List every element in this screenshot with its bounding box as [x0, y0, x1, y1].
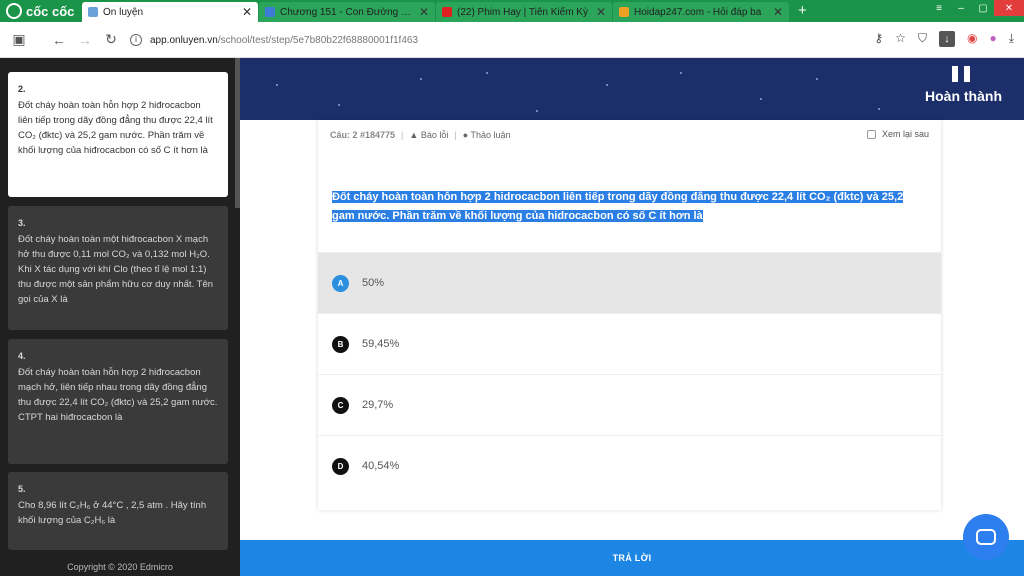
- browser-brand-label: cốc cốc: [26, 3, 75, 19]
- back-icon[interactable]: ←: [46, 32, 72, 48]
- url-path: /school/test/step/5e7b80b22f68880001f1f4…: [217, 34, 419, 46]
- option-text: 59,45%: [362, 338, 400, 350]
- question-item-number: 2.: [18, 84, 26, 94]
- browser-tab-bar: cốc cốc Ôn luyện ✕ Chương 151 - Con Đườn…: [0, 0, 1024, 22]
- option-text: 50%: [362, 277, 385, 289]
- download-icon[interactable]: ⤓: [1009, 31, 1014, 47]
- browser-tab-chuong[interactable]: Chương 151 - Con Đường Bá ✕: [259, 2, 435, 22]
- pause-icon[interactable]: [952, 66, 970, 82]
- discuss-link[interactable]: ● Thảo luận: [463, 130, 511, 140]
- option-letter-badge: D: [332, 457, 349, 475]
- question-item-text: Cho 8,96 lít C₂H₆ ở 44°C , 2,5 atm . Hãy…: [18, 500, 207, 526]
- url-host: app.onluyen.vn: [150, 34, 218, 46]
- option-b[interactable]: B 59,45%: [318, 313, 941, 374]
- browser-brand[interactable]: cốc cốc: [0, 0, 82, 22]
- test-header: Hoàn thành: [240, 58, 1024, 120]
- question-item-number: 3.: [18, 218, 26, 228]
- question-item-text: Đốt cháy hoàn toàn hỗn hợp 2 hiđrocacbon…: [18, 100, 213, 156]
- window-controls: ≡ – ▢ ✕: [928, 0, 1024, 16]
- answer-button[interactable]: TRẢ LỜI: [240, 540, 1024, 576]
- finish-button[interactable]: Hoàn thành: [925, 88, 1002, 104]
- shield-icon[interactable]: ⛉: [918, 31, 927, 47]
- option-letter-badge: B: [332, 335, 349, 353]
- answer-options: A 50% B 59,45% C 29,7% D 40,54%: [318, 252, 941, 496]
- maximize-icon[interactable]: ▢: [972, 0, 994, 16]
- browser-tab-onluyen[interactable]: Ôn luyện ✕: [82, 2, 258, 22]
- review-later-toggle[interactable]: Xem lại sau: [866, 129, 929, 139]
- option-c[interactable]: C 29,7%: [318, 374, 941, 435]
- chat-widget-button[interactable]: [963, 514, 1009, 560]
- question-number: Câu: 2 #184775: [330, 130, 396, 140]
- review-later-label: Xem lại sau: [881, 129, 929, 139]
- chat-bubble-icon: ●: [462, 130, 469, 140]
- minimize-icon[interactable]: –: [950, 0, 972, 16]
- review-later-checkbox[interactable]: [866, 129, 876, 139]
- tab-favicon-icon: [265, 7, 275, 17]
- copyright-text: Copyright © 2020 Edmicro: [67, 562, 173, 572]
- option-text: 40,54%: [362, 460, 400, 472]
- question-item-number: 5.: [18, 484, 26, 494]
- tab-favicon-icon: [88, 7, 98, 17]
- toolbar-icons: ⚷ ☆ ⛉ ↓ ◉ ● ⤓: [874, 31, 1014, 47]
- option-letter-badge: A: [332, 274, 349, 292]
- menu-icon[interactable]: ≡: [928, 0, 950, 16]
- tab-title: (22) Phim Hay | Tiên Kiếm Kỳ: [457, 6, 588, 18]
- warning-icon: ▲: [409, 130, 419, 140]
- reload-icon[interactable]: ↻: [98, 31, 124, 48]
- tab-close-icon[interactable]: ✕: [242, 5, 252, 19]
- question-item-5[interactable]: 5. Cho 8,96 lít C₂H₆ ở 44°C , 2,5 atm . …: [8, 472, 228, 550]
- option-letter-badge: C: [332, 396, 349, 414]
- option-d[interactable]: D 40,54%: [318, 435, 941, 496]
- save-icon[interactable]: ↓: [938, 31, 955, 47]
- tab-title: Ôn luyện: [103, 6, 144, 18]
- question-sidebar: 2. Đốt cháy hoàn toàn hỗn hợp 2 hiđrocac…: [0, 58, 240, 576]
- question-item-3[interactable]: 3. Đốt cháy hoàn toàn một hiđrocacbon X …: [8, 206, 228, 330]
- tab-favicon-icon: [442, 7, 452, 17]
- address-bar: ▣ ← → ↻ i app.onluyen.vn/school/test/ste…: [0, 22, 1024, 58]
- question-item-4[interactable]: 4. Đốt cháy hoàn toàn hỗn hợp 2 hiđrocac…: [8, 339, 228, 464]
- tab-title: Chương 151 - Con Đường Bá: [280, 6, 413, 18]
- browser-tab-phimhay[interactable]: (22) Phim Hay | Tiên Kiếm Kỳ ✕: [436, 2, 612, 22]
- chrome-icon[interactable]: ◉: [967, 31, 977, 47]
- avatar-icon[interactable]: ●: [989, 31, 996, 47]
- sidebar-toggle-icon[interactable]: ▣: [6, 31, 32, 48]
- window-close-icon[interactable]: ✕: [994, 0, 1024, 16]
- new-tab-button[interactable]: +: [790, 2, 815, 22]
- tab-title: Hoidap247.com - Hỏi đáp ba: [634, 6, 762, 18]
- forward-icon[interactable]: →: [72, 32, 98, 48]
- question-text: Đốt cháy hoàn toàn hỗn hợp 2 hidrocacbon…: [332, 191, 904, 222]
- coccoc-logo-icon: [6, 3, 22, 19]
- report-link[interactable]: ▲ Báo lỗi: [409, 130, 448, 140]
- question-item-2[interactable]: 2. Đốt cháy hoàn toàn hỗn hợp 2 hiđrocac…: [8, 72, 228, 197]
- bookmark-star-icon[interactable]: ☆: [895, 31, 906, 47]
- question-panel: Câu: 2 #184775 | ▲ Báo lỗi | ● Thảo luận…: [318, 120, 941, 510]
- tab-close-icon[interactable]: ✕: [596, 5, 606, 19]
- browser-tab-hoidap[interactable]: Hoidap247.com - Hỏi đáp ba ✕: [613, 2, 789, 22]
- url-field[interactable]: i app.onluyen.vn/school/test/step/5e7b80…: [130, 29, 810, 51]
- key-icon[interactable]: ⚷: [874, 31, 883, 47]
- chat-icon: [976, 529, 996, 545]
- question-item-text: Đốt cháy hoàn toàn một hiđrocacbon X mạc…: [18, 234, 214, 305]
- option-a[interactable]: A 50%: [318, 252, 941, 313]
- tab-close-icon[interactable]: ✕: [419, 5, 429, 19]
- question-item-text: Đốt cháy hoàn toàn hỗn hợp 2 hiđrocacbon…: [18, 367, 218, 423]
- question-meta: Câu: 2 #184775 | ▲ Báo lỗi | ● Thảo luận: [330, 130, 511, 140]
- option-text: 29,7%: [362, 399, 394, 411]
- tab-favicon-icon: [619, 7, 629, 17]
- site-info-icon[interactable]: i: [130, 34, 142, 46]
- tab-close-icon[interactable]: ✕: [773, 5, 783, 19]
- question-item-number: 4.: [18, 351, 26, 361]
